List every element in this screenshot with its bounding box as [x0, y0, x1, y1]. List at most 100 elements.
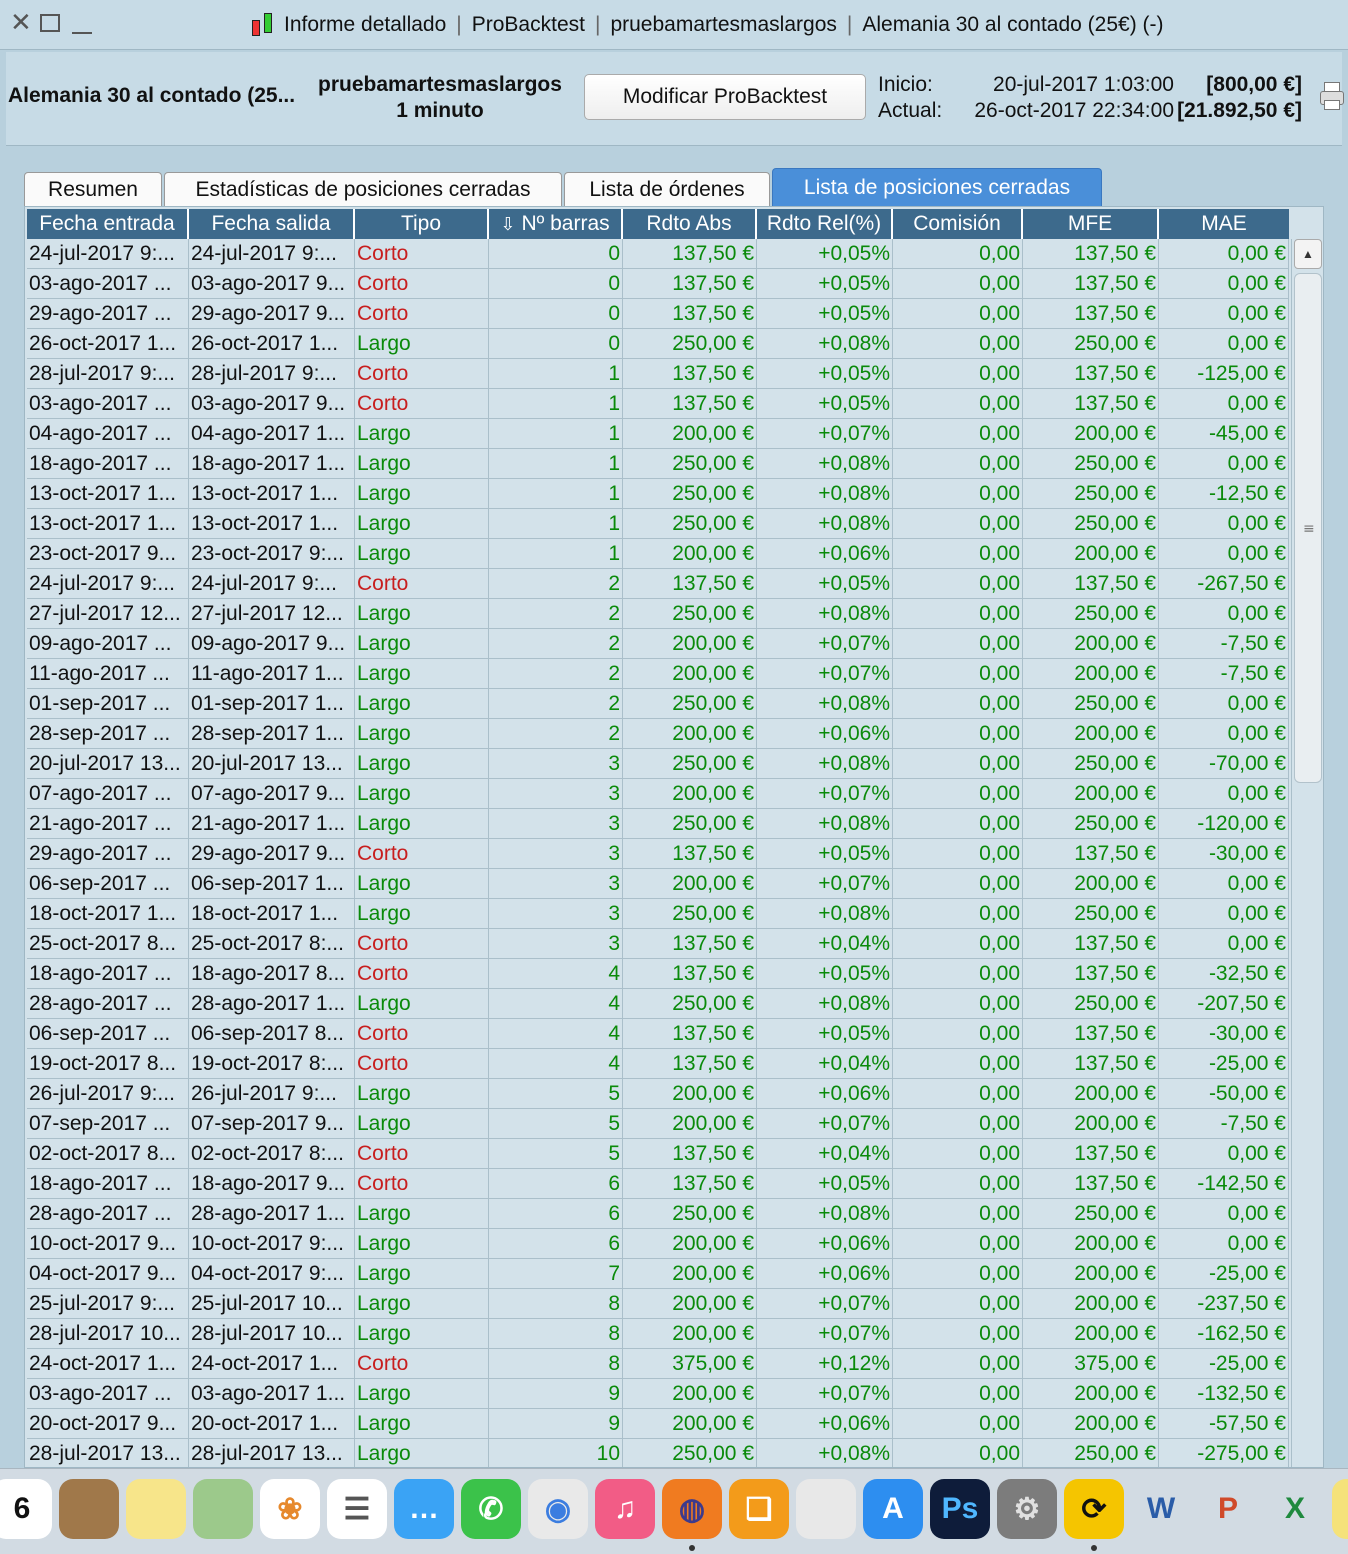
table-row[interactable]: 04-ago-2017 ... 04-ago-2017 1... Largo 1 200…: [27, 419, 1289, 449]
col-barras-header[interactable]: ⇩ Nº barras: [489, 209, 623, 239]
reminders-icon[interactable]: ☰: [327, 1479, 387, 1539]
calendar-icon[interactable]: 6: [0, 1479, 52, 1539]
col-rdto-abs-cell: 200,00 €: [623, 719, 757, 748]
tab-estadisticas[interactable]: Estadísticas de posiciones cerradas: [164, 172, 562, 208]
table-row[interactable]: 03-ago-2017 ... 03-ago-2017 9... Corto 1 137…: [27, 389, 1289, 419]
table-row[interactable]: 18-oct-2017 1... 18-oct-2017 1... Largo 3 25…: [27, 899, 1289, 929]
table-row[interactable]: 18-ago-2017 ... 18-ago-2017 8... Corto 4 137…: [27, 959, 1289, 989]
notes-icon[interactable]: [126, 1479, 186, 1539]
col-tipo-cell: Corto: [355, 1049, 489, 1078]
col-barras-cell: 3: [489, 779, 623, 808]
col-comision-cell: 0,00: [893, 419, 1023, 448]
table-row[interactable]: 07-sep-2017 ... 07-sep-2017 9... Largo 5 200…: [27, 1109, 1289, 1139]
table-row[interactable]: 02-oct-2017 8... 02-oct-2017 8:... Corto 5 1…: [27, 1139, 1289, 1169]
ibooks-icon[interactable]: ❑: [729, 1479, 789, 1539]
firefox-icon[interactable]: ◍: [662, 1479, 722, 1539]
table-row[interactable]: 28-sep-2017 ... 28-sep-2017 1... Largo 2 200…: [27, 719, 1289, 749]
table-row[interactable]: 11-ago-2017 ... 11-ago-2017 1... Largo 2 200…: [27, 659, 1289, 689]
table-row[interactable]: 06-sep-2017 ... 06-sep-2017 8... Corto 4 137…: [27, 1019, 1289, 1049]
current-row: Actual: 26-oct-2017 22:34:00 [21.892,50 …: [878, 98, 1302, 124]
tab-resumen[interactable]: Resumen: [24, 172, 162, 208]
table-row[interactable]: 18-ago-2017 ... 18-ago-2017 1... Largo 1 250…: [27, 449, 1289, 479]
col-fecha-salida-header[interactable]: Fecha salida: [189, 209, 355, 239]
column-label: MAE: [1201, 212, 1247, 235]
photos-icon[interactable]: ❀: [260, 1479, 320, 1539]
table-row[interactable]: 10-oct-2017 9... 10-oct-2017 9:... Largo 6 2…: [27, 1229, 1289, 1259]
table-row[interactable]: 03-ago-2017 ... 03-ago-2017 9... Corto 0 137…: [27, 269, 1289, 299]
table-row[interactable]: 28-ago-2017 ... 28-ago-2017 1... Largo 6 250…: [27, 1199, 1289, 1229]
scrollbar-thumb[interactable]: ≡: [1294, 273, 1322, 783]
table-row[interactable]: 28-ago-2017 ... 28-ago-2017 1... Largo 4 250…: [27, 989, 1289, 1019]
table-row[interactable]: 04-oct-2017 9... 04-oct-2017 9:... Largo 7 2…: [27, 1259, 1289, 1289]
col-rdto-abs-cell: 250,00 €: [623, 329, 757, 358]
table-row[interactable]: 06-sep-2017 ... 06-sep-2017 1... Largo 3 200…: [27, 869, 1289, 899]
table-row[interactable]: 26-jul-2017 9:... 26-jul-2017 9:... Largo 5…: [27, 1079, 1289, 1109]
table-row[interactable]: 27-jul-2017 12... 27-jul-2017 12... Largo 2…: [27, 599, 1289, 629]
scroll-up-icon[interactable]: ▲: [1294, 239, 1322, 269]
tab-lista-posiciones[interactable]: Lista de posiciones cerradas: [772, 168, 1102, 208]
maximize-icon[interactable]: [40, 14, 60, 32]
word-icon[interactable]: W: [1131, 1479, 1191, 1539]
col-rdto-rel-header[interactable]: Rdto Rel(%): [757, 209, 893, 239]
col-mfe-cell: 250,00 €: [1023, 809, 1159, 838]
table-row[interactable]: 25-oct-2017 8... 25-oct-2017 8:... Corto 3 1…: [27, 929, 1289, 959]
appstore-icon[interactable]: A: [863, 1479, 923, 1539]
messages-icon[interactable]: …: [394, 1479, 454, 1539]
col-tipo-cell: Largo: [355, 779, 489, 808]
col-tipo-cell: Corto: [355, 1019, 489, 1048]
col-barras-cell: 4: [489, 1049, 623, 1078]
table-row[interactable]: 26-oct-2017 1... 26-oct-2017 1... Largo 0 25…: [27, 329, 1289, 359]
table-row[interactable]: 25-jul-2017 9:... 25-jul-2017 10... Largo 8…: [27, 1289, 1289, 1319]
table-row[interactable]: 13-oct-2017 1... 13-oct-2017 1... Largo 1 25…: [27, 479, 1289, 509]
table-row[interactable]: 29-ago-2017 ... 29-ago-2017 9... Corto 0 137…: [27, 299, 1289, 329]
table-row[interactable]: 28-jul-2017 13... 28-jul-2017 13... Largo 1…: [27, 1439, 1289, 1467]
chrome-icon[interactable]: ◉: [528, 1479, 588, 1539]
chart-app-icon[interactable]: [1332, 1479, 1348, 1539]
table-row[interactable]: 18-ago-2017 ... 18-ago-2017 9... Corto 6 137…: [27, 1169, 1289, 1199]
printer-icon[interactable]: [1320, 82, 1344, 112]
table-row[interactable]: 19-oct-2017 8... 19-oct-2017 8:... Corto 4 1…: [27, 1049, 1289, 1079]
column-label: Tipo: [400, 212, 442, 235]
table-row[interactable]: 28-jul-2017 10... 28-jul-2017 10... Largo 8…: [27, 1319, 1289, 1349]
table-row[interactable]: 24-oct-2017 1... 24-oct-2017 1... Corto 8 37…: [27, 1349, 1289, 1379]
table-row[interactable]: 07-ago-2017 ... 07-ago-2017 9... Largo 3 200…: [27, 779, 1289, 809]
system-preferences-icon[interactable]: ⚙: [997, 1479, 1057, 1539]
col-fecha-salida-cell: 29-ago-2017 9...: [189, 299, 355, 328]
table-row[interactable]: 21-ago-2017 ... 21-ago-2017 1... Largo 3 250…: [27, 809, 1289, 839]
table-row[interactable]: 20-oct-2017 9... 20-oct-2017 1... Largo 9 20…: [27, 1409, 1289, 1439]
facetime-icon[interactable]: ✆: [461, 1479, 521, 1539]
table-row[interactable]: 13-oct-2017 1... 13-oct-2017 1... Largo 1 25…: [27, 509, 1289, 539]
minimize-icon[interactable]: [72, 32, 92, 34]
table-row[interactable]: 01-sep-2017 ... 01-sep-2017 1... Largo 2 250…: [27, 689, 1289, 719]
itunes-icon[interactable]: ♫: [595, 1479, 655, 1539]
table-row[interactable]: 28-jul-2017 9:... 28-jul-2017 9:... Corto 1…: [27, 359, 1289, 389]
contacts-icon[interactable]: [59, 1479, 119, 1539]
table-row[interactable]: 03-ago-2017 ... 03-ago-2017 1... Largo 9 200…: [27, 1379, 1289, 1409]
prorealtime-icon[interactable]: [796, 1479, 856, 1539]
col-comision-cell: 0,00: [893, 299, 1023, 328]
table-row[interactable]: 29-ago-2017 ... 29-ago-2017 9... Corto 3 137…: [27, 839, 1289, 869]
sync-icon[interactable]: ⟳: [1064, 1479, 1124, 1539]
col-comision-header[interactable]: Comisión: [893, 209, 1023, 239]
vertical-scrollbar[interactable]: ▲ ≡: [1291, 239, 1323, 1467]
table-row[interactable]: 23-oct-2017 9... 23-oct-2017 9:... Largo 1 2…: [27, 539, 1289, 569]
col-rdto-abs-header[interactable]: Rdto Abs: [623, 209, 757, 239]
table-row[interactable]: 09-ago-2017 ... 09-ago-2017 9... Largo 2 200…: [27, 629, 1289, 659]
modify-probacktest-button[interactable]: Modificar ProBacktest: [584, 74, 866, 120]
table-row[interactable]: 24-jul-2017 9:... 24-jul-2017 9:... Corto 0…: [27, 239, 1289, 269]
column-label: Rdto Rel(%): [766, 212, 882, 235]
col-tipo-cell: Corto: [355, 239, 489, 268]
table-row[interactable]: 24-jul-2017 9:... 24-jul-2017 9:... Corto 2…: [27, 569, 1289, 599]
close-icon[interactable]: ✕: [10, 8, 32, 38]
photoshop-icon[interactable]: Ps: [930, 1479, 990, 1539]
powerpoint-icon[interactable]: P: [1198, 1479, 1258, 1539]
col-fecha-entrada-header[interactable]: Fecha entrada: [27, 209, 189, 239]
col-mfe-header[interactable]: MFE: [1023, 209, 1159, 239]
tab-lista-ordenes[interactable]: Lista de órdenes: [564, 172, 770, 208]
col-tipo-header[interactable]: Tipo: [355, 209, 489, 239]
col-rdto-abs-cell: 250,00 €: [623, 479, 757, 508]
table-row[interactable]: 20-jul-2017 13... 20-jul-2017 13... Largo 3…: [27, 749, 1289, 779]
col-mae-header[interactable]: MAE: [1159, 209, 1289, 239]
excel-icon[interactable]: X: [1265, 1479, 1325, 1539]
maps-icon[interactable]: [193, 1479, 253, 1539]
